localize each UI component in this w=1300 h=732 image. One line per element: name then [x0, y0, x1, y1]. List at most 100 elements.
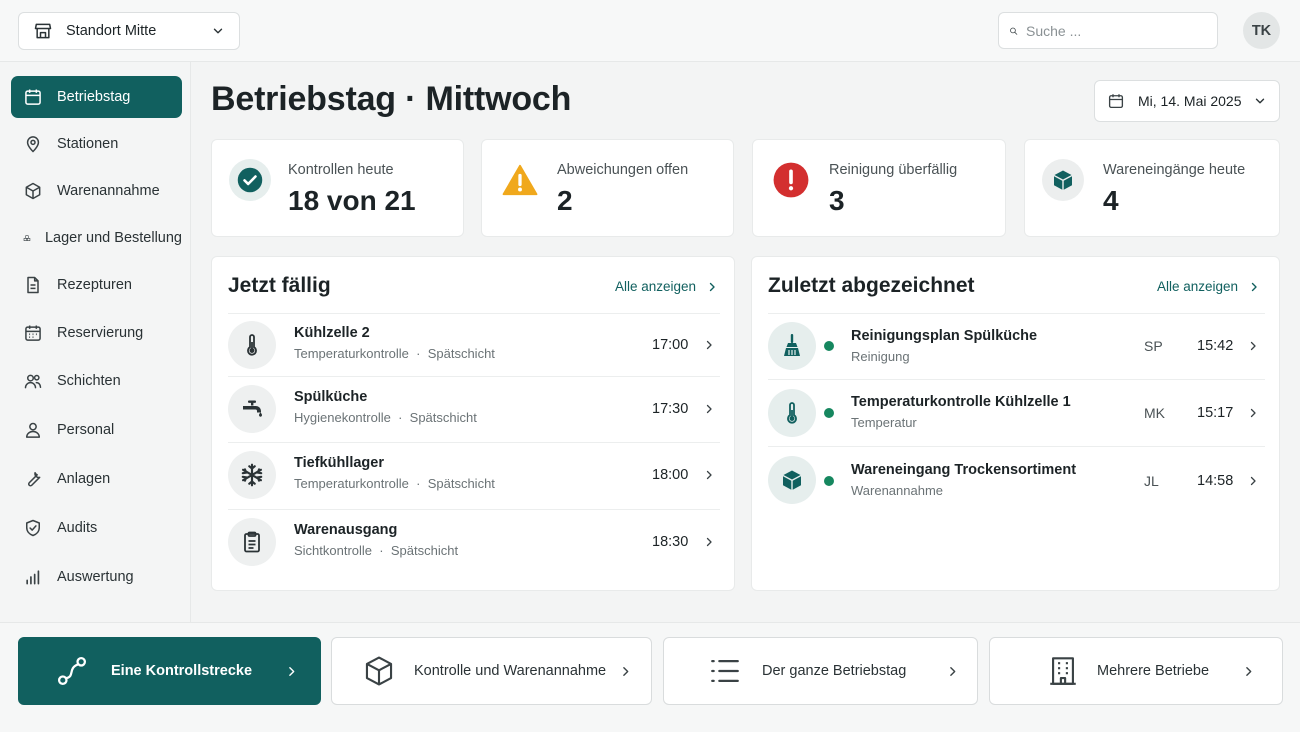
- sidebar-item-schichten[interactable]: Schichten: [11, 360, 182, 402]
- sidebar-item-betriebstag[interactable]: Betriebstag: [11, 76, 182, 118]
- calendar-grid-icon: [25, 325, 41, 341]
- due-row-tiefkuehllager[interactable]: Tiefkühllager Temperaturkontrolle · Spät…: [228, 442, 720, 509]
- sidebar-item-anlagen[interactable]: Anlagen: [11, 458, 182, 500]
- mode-label: Mehrere Betriebe: [1097, 663, 1210, 679]
- sidebar-item-label: Rezepturen: [57, 277, 132, 293]
- sidebar-item-reservierung[interactable]: Reservierung: [11, 312, 182, 354]
- stat-icon-wrap: [770, 159, 812, 201]
- snowflake-icon: [241, 463, 263, 487]
- chevron-right-icon: [289, 667, 295, 676]
- check-circle-icon: [237, 167, 263, 193]
- stat-label: Kontrollen heute: [288, 162, 394, 178]
- location-label: Standort Mitte: [66, 23, 157, 39]
- sidebar-item-warenannahme[interactable]: Warenannahme: [11, 170, 182, 212]
- mode-bar: Eine Kontrollstrecke Kontrolle und Waren…: [0, 622, 1300, 732]
- status-dot: [824, 476, 834, 486]
- warning-triangle-icon: [502, 164, 538, 196]
- mode-label: Der ganze Betriebstag: [762, 663, 907, 679]
- stat-icon-wrap: [499, 159, 541, 201]
- avatar[interactable]: TK: [1243, 12, 1280, 49]
- stat-card-wareneingaenge[interactable]: Wareneingänge heute 4: [1024, 139, 1280, 237]
- stat-card-abweichungen[interactable]: Abweichungen offen 2: [481, 139, 734, 237]
- date-picker[interactable]: Mi, 14. Mai 2025: [1094, 80, 1280, 122]
- row-subtitle: Sichtkontrolle · Spätschicht: [294, 543, 459, 558]
- row-title: Spülküche: [294, 389, 368, 405]
- date-label: Mi, 14. Mai 2025: [1138, 93, 1242, 109]
- calendar-icon: [1108, 94, 1124, 109]
- row-title: Reinigungsplan Spülküche: [851, 328, 1038, 344]
- row-time: 15:42: [1197, 338, 1234, 354]
- stat-icon-wrap: [229, 159, 271, 201]
- mode-der-ganze-betriebstag[interactable]: Der ganze Betriebstag: [663, 637, 978, 705]
- faucet-icon: [243, 400, 262, 417]
- stat-label: Wareneingänge heute: [1103, 162, 1246, 178]
- chevron-right-icon: [1246, 667, 1252, 676]
- stat-value: 3: [829, 185, 845, 216]
- row-icon-wrap: [228, 451, 276, 499]
- document-icon: [27, 276, 39, 294]
- row-subtitle: Warenannahme: [851, 483, 944, 498]
- signed-row-temperaturkontrolle[interactable]: Temperaturkontrolle Kühlzelle 1 Temperat…: [768, 379, 1265, 446]
- sidebar-item-lager-und-bestellung[interactable]: Lager und Bestellung: [11, 217, 182, 259]
- mode-kontrolle-und-warenannahme[interactable]: Kontrolle und Warenannahme: [331, 637, 652, 705]
- sidebar-item-auswertung[interactable]: Auswertung: [11, 556, 182, 598]
- building-icon: [1050, 657, 1076, 685]
- sidebar-item-label: Anlagen: [57, 471, 111, 487]
- due-row-spuelkueche[interactable]: Spülküche Hygienekontrolle · Spätschicht…: [228, 376, 720, 442]
- row-title: Warenausgang: [294, 522, 398, 538]
- search-input[interactable]: [1026, 22, 1207, 39]
- status-dot: [824, 408, 834, 418]
- box-icon: [25, 182, 41, 200]
- chevron-down-icon: [1255, 98, 1265, 104]
- stat-value: 4: [1103, 185, 1119, 216]
- row-subtitle: Reinigung: [851, 349, 910, 364]
- row-time: 15:17: [1197, 405, 1234, 421]
- chevron-right-icon: [1250, 476, 1256, 486]
- signed-row-reinigungsplan[interactable]: Reinigungsplan Spülküche Reinigung SP 15…: [768, 313, 1265, 379]
- row-initials: JL: [1144, 473, 1159, 489]
- row-icon-wrap: [768, 322, 816, 370]
- sidebar-item-personal[interactable]: Personal: [11, 409, 182, 451]
- signed-show-all-link[interactable]: Alle anzeigen: [1157, 279, 1260, 294]
- mode-eine-kontrollstrecke[interactable]: Eine Kontrollstrecke: [18, 637, 321, 705]
- status-dot: [824, 341, 834, 351]
- chevron-right-icon: [1250, 408, 1256, 418]
- thermometer-icon: [787, 402, 797, 424]
- due-row-warenausgang[interactable]: Warenausgang Sichtkontrolle · Spätschich…: [228, 509, 720, 575]
- search-box[interactable]: [998, 12, 1218, 49]
- package-icon: [783, 470, 801, 490]
- location-selector[interactable]: Standort Mitte: [18, 12, 240, 50]
- row-icon-wrap: [228, 321, 276, 369]
- stat-card-kontrollen[interactable]: Kontrollen heute 18 von 21: [211, 139, 464, 237]
- row-subtitle: Temperatur: [851, 415, 917, 430]
- link-label: Alle anzeigen: [1157, 279, 1239, 294]
- package-icon: [1054, 170, 1072, 190]
- row-icon-wrap: [228, 385, 276, 433]
- chevron-right-icon: [706, 470, 712, 480]
- signed-panel: Zuletzt abgezeichnet Alle anzeigen Reini…: [751, 256, 1280, 591]
- stat-card-reinigung[interactable]: Reinigung überfällig 3: [752, 139, 1006, 237]
- mode-mehrere-betriebe[interactable]: Mehrere Betriebe: [989, 637, 1283, 705]
- stat-icon-wrap: [1042, 159, 1084, 201]
- chevron-right-icon: [1250, 341, 1256, 351]
- sidebar-item-label: Schichten: [57, 373, 121, 389]
- sidebar-item-label: Betriebstag: [57, 89, 131, 105]
- list-icon: [711, 659, 739, 683]
- mode-label: Kontrolle und Warenannahme: [414, 663, 607, 679]
- wrench-icon: [28, 472, 41, 487]
- top-bar: Standort Mitte TK: [0, 0, 1300, 62]
- signed-row-wareneingang[interactable]: Wareneingang Trockensortiment Warenannah…: [768, 446, 1265, 514]
- chevron-right-icon: [706, 537, 712, 547]
- due-show-all-link[interactable]: Alle anzeigen: [615, 279, 718, 294]
- calendar-icon: [25, 89, 41, 105]
- map-pin-icon: [26, 136, 40, 153]
- sidebar-item-audits[interactable]: Audits: [11, 507, 182, 549]
- due-row-kuehlzelle-2[interactable]: Kühlzelle 2 Temperaturkontrolle · Spätsc…: [228, 313, 720, 376]
- row-initials: MK: [1144, 405, 1165, 421]
- row-time: 17:30: [652, 401, 689, 417]
- stack-boxes-icon: [23, 235, 31, 241]
- sidebar-item-rezepturen[interactable]: Rezepturen: [11, 264, 182, 306]
- sidebar-item-stationen[interactable]: Stationen: [11, 123, 182, 165]
- row-time: 18:00: [652, 467, 689, 483]
- row-subtitle: Hygienekontrolle · Spätschicht: [294, 410, 477, 425]
